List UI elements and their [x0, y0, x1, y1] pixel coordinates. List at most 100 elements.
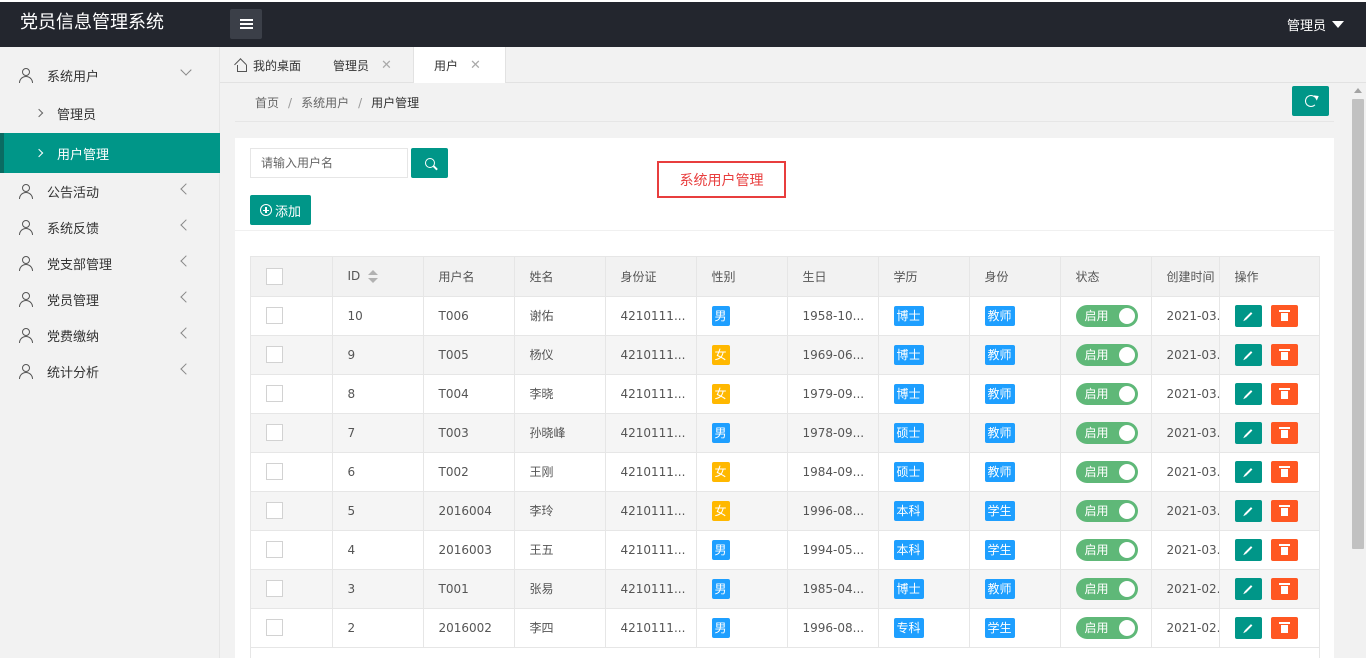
cell-created: 2021-03... — [1151, 296, 1220, 336]
cell-created: 2021-03... — [1151, 374, 1220, 414]
edit-button[interactable] — [1234, 616, 1262, 639]
search-button[interactable] — [411, 148, 448, 178]
sort-icon[interactable] — [368, 269, 379, 284]
delete-button[interactable] — [1270, 421, 1298, 444]
cell-actions — [1219, 374, 1319, 414]
tab-admin[interactable]: 管理员 ✕ — [333, 47, 392, 83]
edit-button[interactable] — [1234, 343, 1262, 366]
scroll-up-arrow[interactable] — [1354, 88, 1362, 93]
cell-birthday: 1985-04... — [787, 569, 879, 609]
user-icon — [19, 292, 33, 307]
cell-id: 5 — [332, 491, 424, 531]
cell-education: 硕士 — [878, 413, 970, 453]
row-checkbox[interactable] — [266, 463, 283, 480]
breadcrumb-system-users[interactable]: 系统用户 — [301, 96, 349, 110]
trash-icon — [1278, 504, 1290, 516]
sidebar-item-feedback[interactable]: 系统反馈 — [0, 209, 220, 245]
close-icon[interactable]: ✕ — [381, 58, 392, 73]
table-row: 10 T006 谢佑 4210111... 男 1958-10... 博士 教师 启用 2021-… — [251, 296, 1319, 336]
cell-id: 3 — [332, 569, 424, 609]
cell-gender: 女 — [696, 491, 788, 531]
header-id[interactable]: ID — [332, 257, 424, 297]
sidebar-item-dues[interactable]: 党费缴纳 — [0, 317, 220, 353]
row-checkbox[interactable] — [266, 346, 283, 363]
scroll-thumb[interactable] — [1352, 99, 1364, 549]
user-menu[interactable]: 管理员 — [1287, 15, 1344, 34]
breadcrumb-current: 用户管理 — [371, 96, 420, 110]
row-checkbox[interactable] — [266, 580, 283, 597]
cell-id: 10 — [332, 296, 424, 336]
status-switch[interactable]: 启用 — [1075, 577, 1138, 600]
delete-button[interactable] — [1270, 304, 1298, 327]
role-badge: 教师 — [984, 383, 1015, 404]
scrollbar[interactable] — [1350, 83, 1366, 658]
tab-desktop[interactable]: 我的桌面 — [235, 47, 301, 83]
breadcrumb-home[interactable]: 首页 — [255, 96, 279, 110]
delete-button[interactable] — [1270, 499, 1298, 522]
cell-id: 8 — [332, 374, 424, 414]
menu-toggle-button[interactable] — [230, 9, 262, 39]
close-icon[interactable]: ✕ — [470, 58, 481, 73]
cell-role: 教师 — [969, 569, 1061, 609]
row-checkbox[interactable] — [266, 424, 283, 441]
search-input[interactable] — [250, 148, 408, 178]
delete-button[interactable] — [1270, 382, 1298, 405]
status-switch[interactable]: 启用 — [1075, 499, 1138, 522]
sidebar-item-announcements[interactable]: 公告活动 — [0, 173, 220, 209]
header-birthday: 生日 — [787, 257, 879, 297]
sidebar-subitem-admin[interactable]: 管理员 — [0, 93, 220, 133]
cell-username: 2016003 — [423, 530, 515, 570]
breadcrumb-bar: 首页 / 系统用户 / 用户管理 — [235, 83, 1334, 122]
sidebar-item-statistics[interactable]: 统计分析 — [0, 353, 220, 389]
edit-button[interactable] — [1234, 577, 1262, 600]
delete-button[interactable] — [1270, 538, 1298, 561]
status-switch[interactable]: 启用 — [1075, 538, 1138, 561]
sidebar-subitem-user-management[interactable]: 用户管理 — [0, 133, 220, 173]
status-switch[interactable]: 启用 — [1075, 616, 1138, 639]
cell-id: 7 — [332, 413, 424, 453]
gender-badge: 女 — [711, 383, 730, 404]
refresh-button[interactable] — [1292, 86, 1329, 116]
cell-name: 李四 — [514, 608, 606, 648]
cell-actions — [1219, 296, 1319, 336]
edit-button[interactable] — [1234, 382, 1262, 405]
education-badge: 博士 — [893, 305, 924, 326]
cell-username: T003 — [423, 413, 515, 453]
gender-badge: 男 — [711, 305, 730, 326]
edit-button[interactable] — [1234, 538, 1262, 561]
status-switch[interactable]: 启用 — [1075, 382, 1138, 405]
edit-button[interactable] — [1234, 499, 1262, 522]
row-checkbox[interactable] — [266, 502, 283, 519]
row-checkbox-cell — [251, 413, 333, 453]
row-checkbox[interactable] — [266, 307, 283, 324]
row-checkbox[interactable] — [266, 619, 283, 636]
sidebar-item-label: 党费缴纳 — [47, 329, 100, 345]
cell-gender: 女 — [696, 335, 788, 375]
status-label: 启用 — [1084, 465, 1109, 479]
cell-username: T001 — [423, 569, 515, 609]
sidebar-item-members[interactable]: 党员管理 — [0, 281, 220, 317]
select-all-checkbox[interactable] — [266, 267, 283, 285]
delete-button[interactable] — [1270, 460, 1298, 483]
tab-user[interactable]: 用户 ✕ — [413, 47, 506, 84]
delete-button[interactable] — [1270, 616, 1298, 639]
sidebar-item-system-users[interactable]: 系统用户 — [0, 57, 220, 93]
status-switch[interactable]: 启用 — [1075, 460, 1138, 483]
trash-icon — [1278, 387, 1290, 399]
sidebar-item-branch[interactable]: 党支部管理 — [0, 245, 220, 281]
chevron-left-icon — [180, 291, 192, 303]
delete-button[interactable] — [1270, 343, 1298, 366]
add-button[interactable]: 添加 — [250, 195, 311, 225]
status-switch[interactable]: 启用 — [1075, 343, 1138, 366]
row-checkbox[interactable] — [266, 385, 283, 402]
search-icon — [424, 158, 435, 168]
edit-button[interactable] — [1234, 460, 1262, 483]
cell-name: 李玲 — [514, 491, 606, 531]
edit-button[interactable] — [1234, 304, 1262, 327]
row-checkbox[interactable] — [266, 541, 283, 558]
delete-button[interactable] — [1270, 577, 1298, 600]
status-switch[interactable]: 启用 — [1075, 304, 1138, 327]
edit-button[interactable] — [1234, 421, 1262, 444]
status-switch[interactable]: 启用 — [1075, 421, 1138, 444]
header-education: 学历 — [878, 257, 970, 297]
